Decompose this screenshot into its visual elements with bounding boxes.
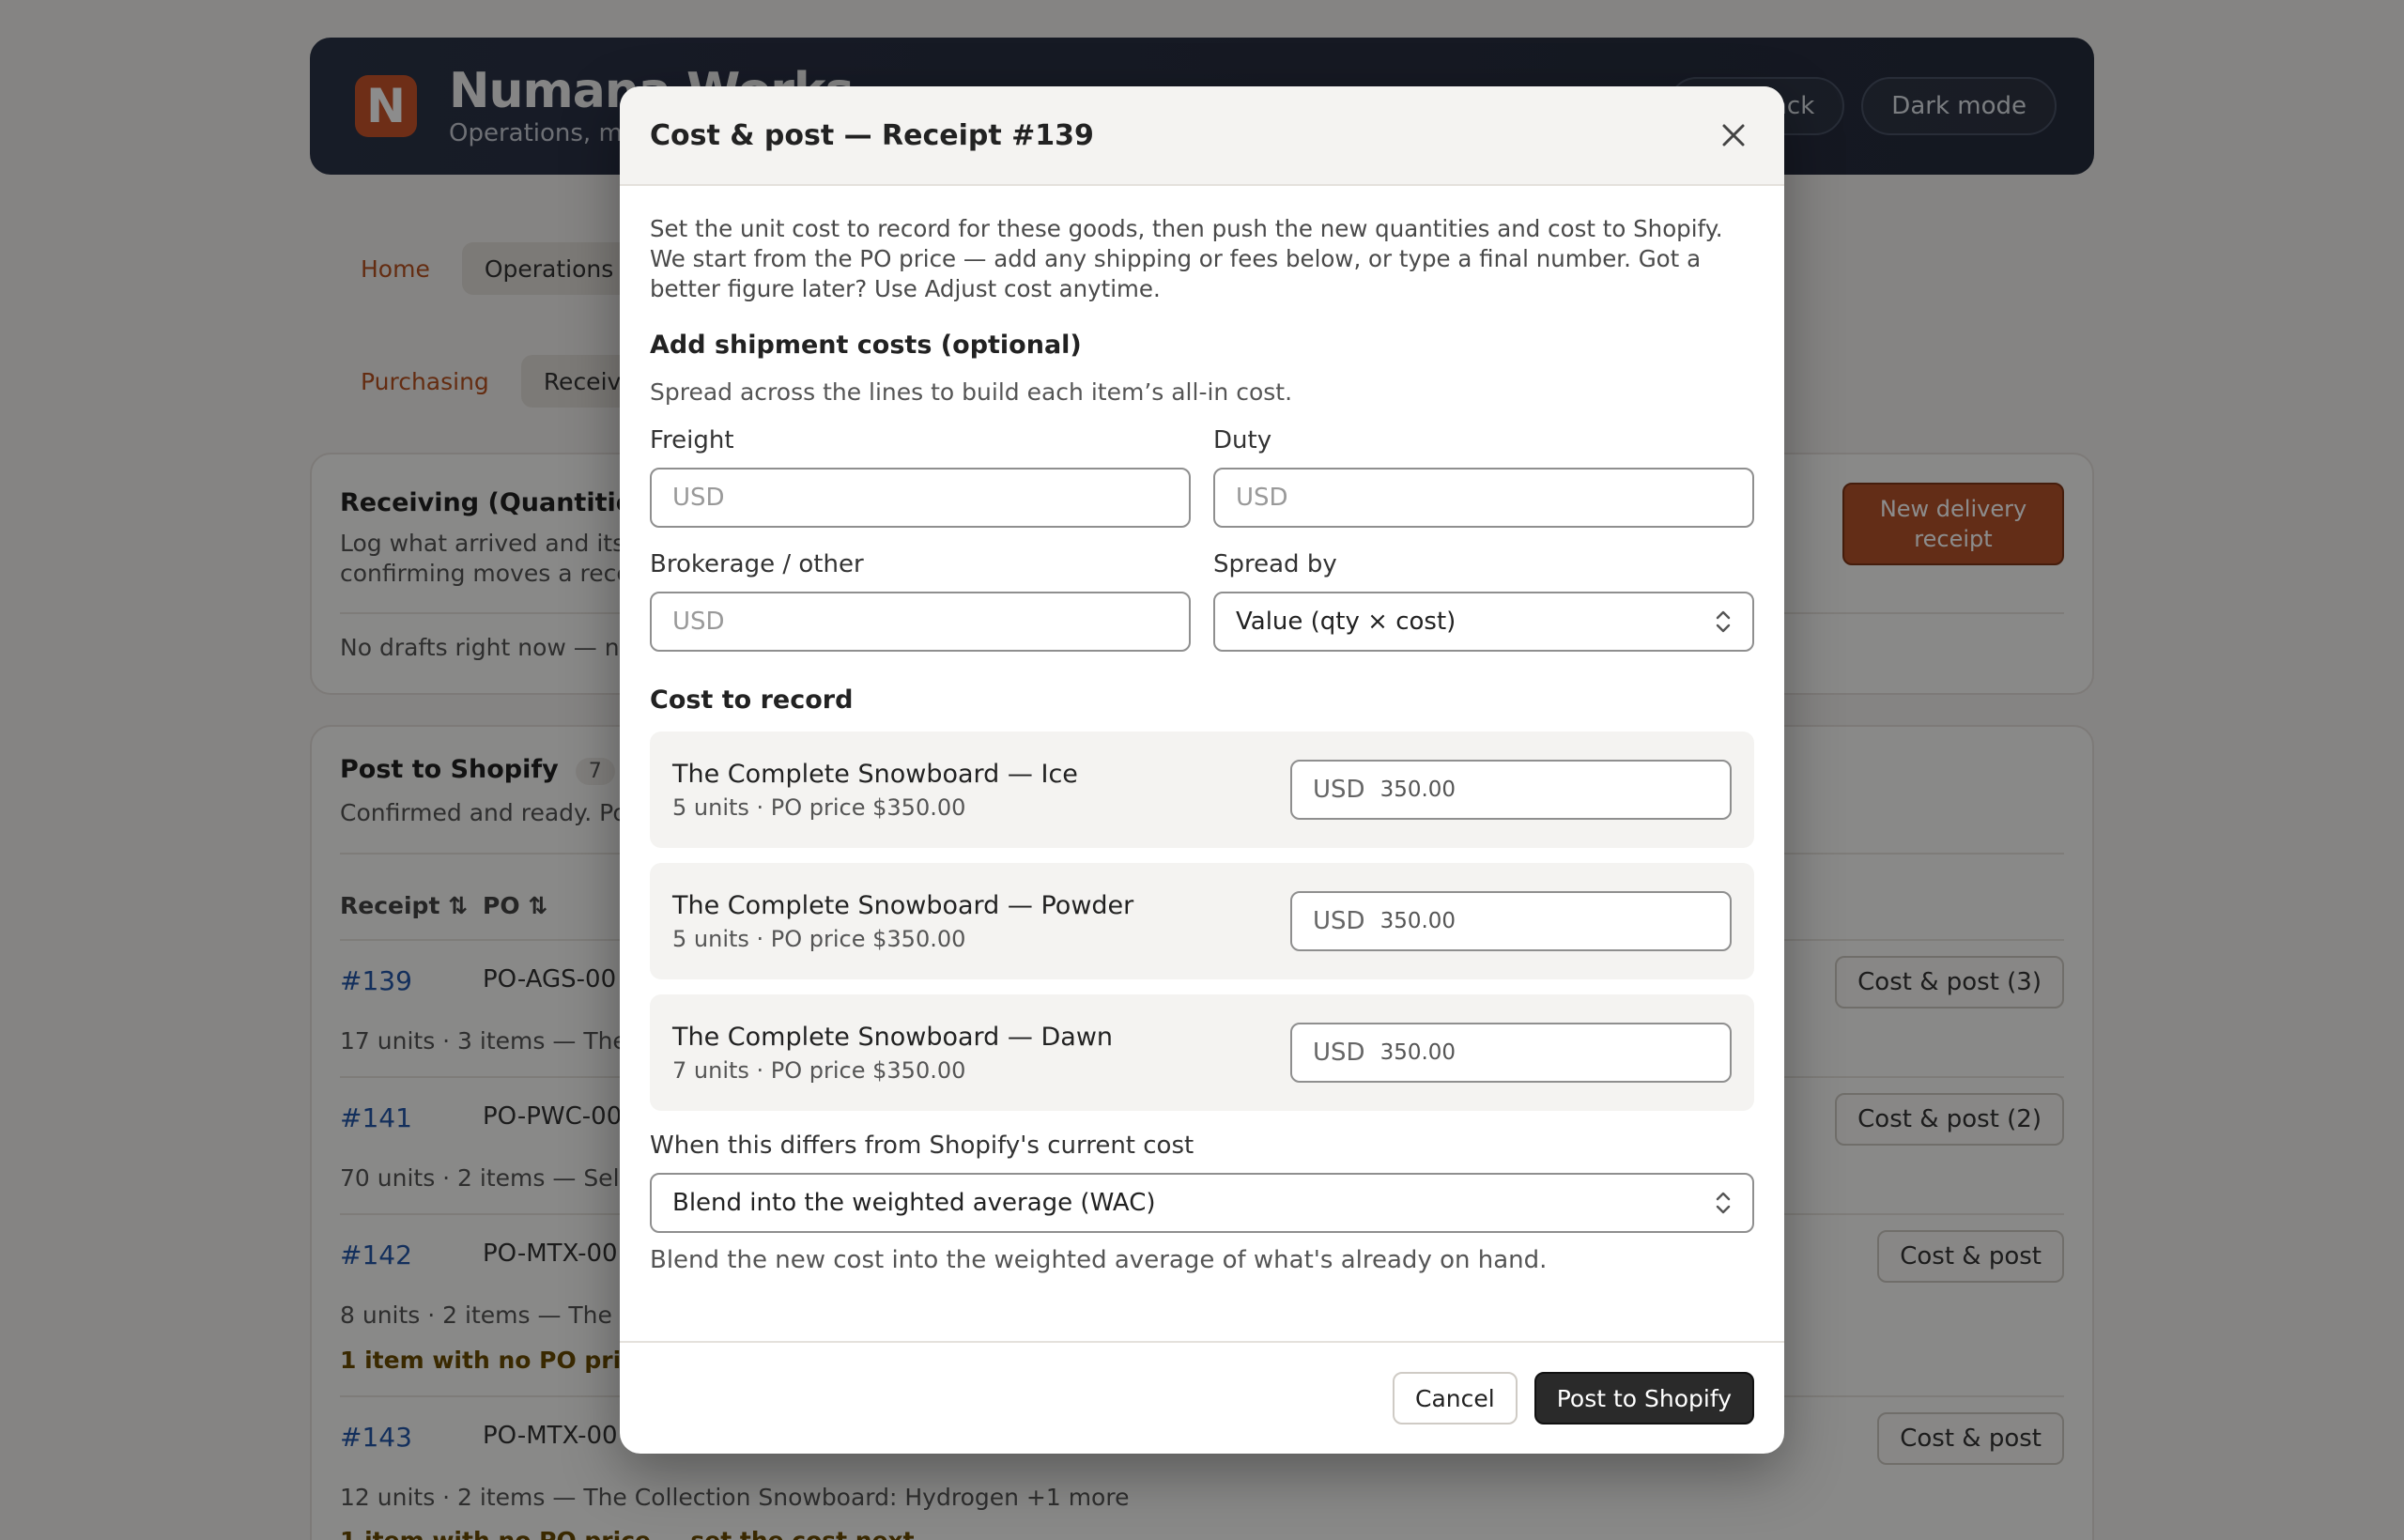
- cost-method-value: Blend into the weighted average (WAC): [672, 1189, 1156, 1217]
- freight-label: Freight: [650, 426, 734, 454]
- shipment-costs-title: Add shipment costs (optional): [650, 331, 1082, 360]
- close-icon: [1722, 124, 1745, 146]
- dialog-title: Cost & post — Receipt #139: [650, 118, 1094, 152]
- brokerage-label: Brokerage / other: [650, 550, 864, 578]
- currency-label: USD: [1313, 1039, 1365, 1067]
- cost-line-item: The Complete Snowboard — Ice 5 units · P…: [650, 732, 1754, 848]
- unit-cost-input[interactable]: USD 350.00: [1290, 891, 1732, 951]
- duty-group: Duty USD: [1213, 426, 1754, 528]
- cost-to-record-title: Cost to record: [650, 685, 854, 715]
- dialog-footer: Cancel Post to Shopify: [620, 1341, 1784, 1454]
- post-to-shopify-button[interactable]: Post to Shopify: [1533, 1372, 1754, 1424]
- close-button[interactable]: [1713, 115, 1754, 156]
- line-name: The Complete Snowboard — Ice: [672, 759, 1078, 789]
- shipment-costs-subtitle: Spread across the lines to build each it…: [650, 378, 1293, 406]
- brokerage-group: Brokerage / other USD: [650, 550, 1191, 652]
- cost-post-dialog: Cost & post — Receipt #139 Set the unit …: [620, 86, 1784, 1454]
- cost-line-item: The Complete Snowboard — Powder 5 units …: [650, 863, 1754, 979]
- spread-by-label: Spread by: [1213, 550, 1337, 578]
- cost-method-select[interactable]: Blend into the weighted average (WAC): [650, 1173, 1754, 1233]
- unit-cost-value: 350.00: [1379, 778, 1456, 802]
- dialog-body: Set the unit cost to record for these go…: [620, 186, 1784, 1274]
- dialog-header: Cost & post — Receipt #139: [620, 86, 1784, 186]
- line-info: The Complete Snowboard — Powder 5 units …: [672, 891, 1133, 952]
- unit-cost-input[interactable]: USD 350.00: [1290, 1023, 1732, 1083]
- cancel-button[interactable]: Cancel: [1393, 1372, 1518, 1424]
- select-arrows-icon: [1716, 610, 1731, 633]
- shipment-fields: Freight USD Duty USD Brokerage / other U…: [650, 426, 1754, 652]
- unit-cost-value: 350.00: [1379, 909, 1456, 933]
- spread-by-group: Spread by Value (qty × cost): [1213, 550, 1754, 652]
- line-info: The Complete Snowboard — Ice 5 units · P…: [672, 760, 1078, 821]
- differs-label: When this differs from Shopify's current…: [650, 1132, 1194, 1160]
- duty-label: Duty: [1213, 426, 1272, 454]
- dialog-intro: Set the unit cost to record for these go…: [650, 215, 1723, 302]
- cost-method-help: Blend the new cost into the weighted ave…: [650, 1246, 1548, 1274]
- cost-line-item: The Complete Snowboard — Dawn 7 units · …: [650, 994, 1754, 1111]
- line-meta: 7 units · PO price $350.00: [672, 1056, 966, 1084]
- freight-group: Freight USD: [650, 426, 1191, 528]
- line-name: The Complete Snowboard — Powder: [672, 890, 1134, 920]
- line-info: The Complete Snowboard — Dawn 7 units · …: [672, 1023, 1113, 1084]
- unit-cost-input[interactable]: USD 350.00: [1290, 760, 1732, 820]
- line-meta: 5 units · PO price $350.00: [672, 793, 966, 821]
- spread-by-value: Value (qty × cost): [1236, 608, 1456, 636]
- currency-label: USD: [1313, 907, 1365, 935]
- spread-by-select[interactable]: Value (qty × cost): [1213, 592, 1754, 652]
- unit-cost-value: 350.00: [1379, 1040, 1456, 1065]
- line-name: The Complete Snowboard — Dawn: [672, 1022, 1114, 1052]
- brokerage-input[interactable]: USD: [650, 592, 1191, 652]
- freight-input[interactable]: USD: [650, 468, 1191, 528]
- duty-input[interactable]: USD: [1213, 468, 1754, 528]
- currency-label: USD: [1313, 776, 1365, 804]
- line-meta: 5 units · PO price $350.00: [672, 925, 966, 952]
- select-arrows-icon: [1716, 1192, 1731, 1214]
